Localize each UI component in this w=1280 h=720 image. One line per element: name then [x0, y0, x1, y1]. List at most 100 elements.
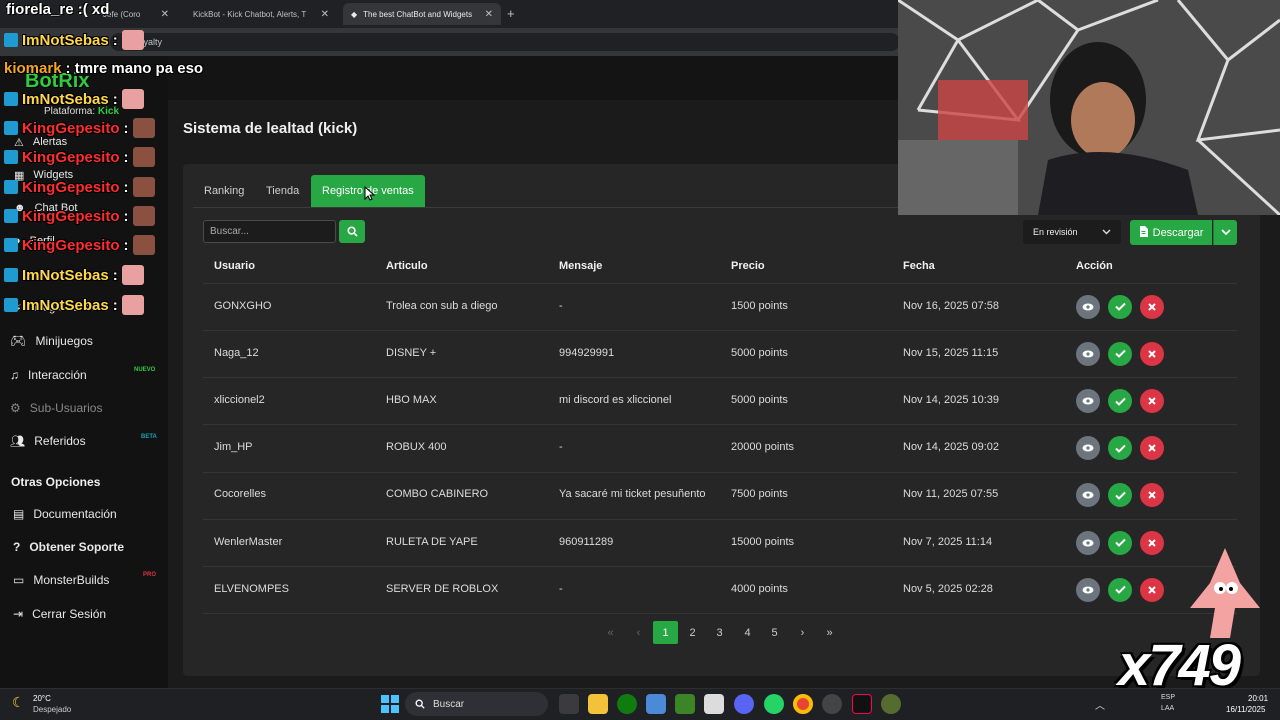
file-explorer-icon[interactable]: [588, 694, 608, 714]
browser-tab-active[interactable]: ◆ The best ChatBot and Widgets ✕: [343, 3, 501, 25]
close-icon: [1148, 491, 1156, 500]
check-icon: [1114, 397, 1126, 406]
chat-text: :: [123, 148, 129, 166]
sidebar-item-sub-usuarios[interactable]: ⚙ Sub-Usuarios: [10, 397, 102, 419]
chat-message: KingGepesito:: [4, 206, 155, 226]
page-title: Sistema de lealtad (kick): [183, 120, 358, 137]
approve-button[interactable]: [1108, 341, 1132, 366]
next-page-icon[interactable]: ›: [790, 621, 815, 644]
eye-icon: [1082, 444, 1094, 452]
chat-badge-icon: [4, 209, 18, 223]
sidebar-item-label: Documentación: [33, 507, 117, 521]
close-icon[interactable]: ✕: [485, 9, 493, 20]
file-icon: [1139, 225, 1148, 240]
windows-start-icon[interactable]: [381, 695, 399, 718]
obs-icon[interactable]: [822, 694, 842, 714]
pro-badge: PRO: [143, 572, 157, 578]
chat-emote-icon: [121, 265, 144, 285]
whatsapp-icon[interactable]: [764, 694, 784, 714]
tab-ranking[interactable]: Ranking: [193, 175, 255, 207]
language-indicator[interactable]: ESP: [1161, 694, 1175, 701]
chat-text: :: [123, 207, 129, 225]
browser-tab[interactable]: KickBot - Kick Chatbot, Alerts, T ✕: [185, 3, 337, 25]
page-2[interactable]: 2: [680, 621, 705, 644]
chat-message: KingGepesito:: [4, 177, 155, 197]
status-filter-select[interactable]: En revisión: [1023, 220, 1121, 244]
cell-usuario: ELVENOMPES: [214, 582, 289, 595]
reject-button[interactable]: [1140, 341, 1164, 366]
weather-temp[interactable]: 20°C: [33, 694, 51, 703]
last-page-icon[interactable]: »: [817, 621, 842, 644]
taskbar-search[interactable]: Buscar: [405, 692, 548, 716]
task-view-icon[interactable]: [559, 694, 579, 714]
users-icon: 👥︎: [10, 434, 26, 448]
page-4[interactable]: 4: [735, 621, 760, 644]
reject-button[interactable]: [1140, 530, 1164, 555]
view-button[interactable]: [1076, 294, 1100, 319]
chrome-icon[interactable]: [793, 694, 813, 714]
search-button[interactable]: [339, 220, 365, 243]
reject-button[interactable]: [1140, 436, 1164, 461]
chat-emote-icon: [132, 118, 155, 138]
chat-emote-icon: [121, 295, 144, 315]
tiktok-icon[interactable]: [852, 694, 872, 714]
chat-username: KingGepesito: [22, 207, 120, 225]
page-1[interactable]: 1: [653, 621, 678, 644]
clock-time[interactable]: 20:01: [1248, 694, 1268, 703]
view-button[interactable]: [1076, 577, 1100, 602]
close-icon[interactable]: ✕: [321, 9, 329, 20]
approve-button[interactable]: [1108, 389, 1132, 413]
view-button[interactable]: [1076, 530, 1100, 555]
view-button[interactable]: [1076, 389, 1100, 413]
prev-page-icon[interactable]: ‹: [626, 621, 651, 644]
sidebar-item-minijuegos[interactable]: 🎮︎ Minijuegos: [10, 330, 93, 352]
cell-usuario: Naga_12: [214, 346, 259, 359]
chat-badge-icon: [4, 150, 18, 164]
approve-button[interactable]: [1108, 294, 1132, 319]
taskbar-search-label: Buscar: [433, 698, 465, 710]
discord-icon[interactable]: [734, 694, 754, 714]
new-tab-icon[interactable]: +: [507, 6, 515, 21]
sidebar-item-interaccion[interactable]: ♫ Interacción: [10, 364, 87, 386]
chat-message: KingGepesito:: [4, 118, 155, 138]
sidebar-item-monsterbuilds[interactable]: ▭ MonsterBuilds: [13, 569, 109, 591]
close-icon: [1148, 444, 1156, 452]
gear-icon: ⚙: [10, 401, 21, 415]
minecraft-icon[interactable]: [675, 694, 695, 714]
cell-fecha: Nov 7, 2025 11:14: [903, 535, 993, 548]
tab-tienda[interactable]: Tienda: [255, 175, 310, 207]
page-3[interactable]: 3: [707, 621, 732, 644]
page-5[interactable]: 5: [762, 621, 787, 644]
sidebar-item-referidos[interactable]: 👥︎ Referidos: [10, 430, 86, 452]
chat-emote-icon: [121, 30, 144, 50]
xbox-icon[interactable]: [617, 694, 637, 714]
approve-button[interactable]: [1108, 577, 1132, 602]
sidebar-item-label: Minijuegos: [35, 334, 93, 348]
sidebar-item-cerrar-sesion[interactable]: ⇥ Cerrar Sesión: [13, 603, 106, 625]
app-icon[interactable]: [881, 694, 901, 714]
sidebar-item-soporte[interactable]: ? Obtener Soporte: [13, 536, 124, 558]
close-icon[interactable]: ✕: [161, 9, 169, 20]
reject-button[interactable]: [1140, 577, 1164, 602]
first-page-icon[interactable]: «: [598, 621, 623, 644]
approve-button[interactable]: [1108, 530, 1132, 555]
cell-fecha: Nov 15, 2025 11:15: [903, 346, 999, 359]
view-button[interactable]: [1076, 436, 1100, 461]
tray-chevron-icon[interactable]: ︿: [1095, 697, 1105, 712]
cell-fecha: Nov 14, 2025 09:02: [903, 441, 1000, 454]
notepad-icon[interactable]: [704, 694, 724, 714]
reject-button[interactable]: [1140, 294, 1164, 319]
download-dropdown-button[interactable]: [1213, 220, 1237, 245]
cell-mensaje: mi discord es xliccionel: [559, 394, 672, 406]
close-icon: [1148, 586, 1156, 594]
search-input[interactable]: [203, 220, 336, 243]
download-button[interactable]: Descargar: [1130, 220, 1212, 245]
sidebar-item-documentacion[interactable]: ▤ Documentación: [13, 503, 117, 525]
store-icon[interactable]: [646, 694, 666, 714]
view-button[interactable]: [1076, 341, 1100, 366]
address-input[interactable]: nel/loyalty: [110, 33, 900, 51]
reject-button[interactable]: [1140, 389, 1164, 413]
column-header-precio: Precio: [731, 260, 765, 272]
approve-button[interactable]: [1108, 436, 1132, 461]
chat-message: ImNotSebas:: [4, 295, 144, 315]
